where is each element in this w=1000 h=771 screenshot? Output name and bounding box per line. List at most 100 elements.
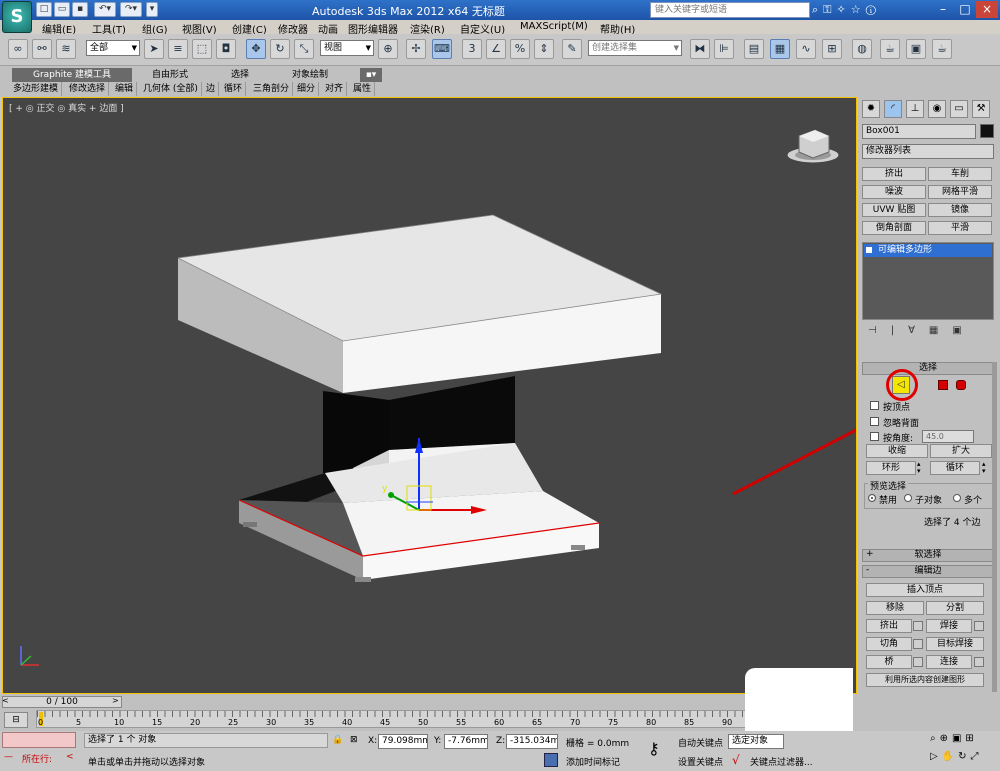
snaps-toggle-icon[interactable]: 3 xyxy=(462,39,482,59)
remove-button[interactable]: 移除 xyxy=(866,601,924,615)
pivot-center-icon[interactable]: ⊕ xyxy=(378,39,398,59)
named-selection-dropdown[interactable]: 创建选择集 xyxy=(588,40,682,56)
select-object-icon[interactable]: ➤ xyxy=(144,39,164,59)
edit-named-selection-icon[interactable]: ✎ xyxy=(562,39,582,59)
mini-curve-editor-icon[interactable]: ⊟ xyxy=(4,712,28,728)
mirror-modifier-button[interactable]: 镜像 xyxy=(928,203,992,217)
x-coordinate-field[interactable]: 79.098mm xyxy=(378,734,428,749)
ribbon-modify-selection[interactable]: 修改选择 xyxy=(66,82,110,96)
reference-coordinate-dropdown[interactable]: 视图 xyxy=(320,40,374,56)
preview-disabled-radio[interactable] xyxy=(868,494,876,502)
key-filters-button[interactable]: 关键点过滤器... xyxy=(750,755,813,768)
insert-vertex-button[interactable]: 插入顶点 xyxy=(866,583,984,597)
align-icon[interactable]: ⊫ xyxy=(714,39,734,59)
layer-manager-icon[interactable]: ▤ xyxy=(744,39,764,59)
ribbon-properties[interactable]: 属性 xyxy=(350,82,376,96)
noise-modifier-button[interactable]: 噪波 xyxy=(862,185,926,199)
search-input[interactable]: 键入关键字或短语 xyxy=(650,2,810,18)
loop-spinner-icon[interactable]: ▴ ▾ xyxy=(982,461,992,475)
bind-space-warp-icon[interactable]: ≋ xyxy=(56,39,76,59)
by-angle-checkbox[interactable] xyxy=(870,432,879,441)
ribbon-loops[interactable]: 循环 xyxy=(221,82,247,96)
tab-selection[interactable]: 选择 xyxy=(210,68,270,82)
utilities-tab-icon[interactable]: ⚒ xyxy=(972,100,990,118)
by-vertex-checkbox[interactable] xyxy=(870,401,879,410)
angle-snap-icon[interactable]: ∠ xyxy=(486,39,506,59)
extrude-settings-icon[interactable] xyxy=(913,621,923,631)
display-tab-icon[interactable]: ▭ xyxy=(950,100,968,118)
extrude-modifier-button[interactable]: 挤出 xyxy=(862,167,926,181)
select-link-icon[interactable]: ∞ xyxy=(8,39,28,59)
time-tag-icon[interactable] xyxy=(544,753,558,767)
ribbon-edit[interactable]: 编辑 xyxy=(112,82,138,96)
connect-button[interactable]: 连接 xyxy=(926,655,972,669)
percent-snap-icon[interactable]: % xyxy=(510,39,530,59)
smooth-modifier-button[interactable]: 平滑 xyxy=(928,221,992,235)
bevel-profile-modifier-button[interactable]: 倒角剖面 xyxy=(862,221,926,235)
time-slider-next-icon[interactable]: > xyxy=(112,696,122,708)
polygon-mode-icon[interactable] xyxy=(938,380,948,390)
split-button[interactable]: 分割 xyxy=(926,601,984,615)
redo-icon[interactable]: ↷▾ xyxy=(120,2,142,17)
key-tangent-icon[interactable]: √ xyxy=(732,753,740,767)
preview-multi-radio[interactable] xyxy=(953,494,961,502)
time-slider-prev-icon[interactable]: < xyxy=(2,696,12,708)
listener-arrow-icon[interactable]: < xyxy=(66,752,74,762)
weld-settings-icon[interactable] xyxy=(974,621,984,631)
ring-button[interactable]: 环形 xyxy=(866,461,916,475)
maxscript-listener[interactable] xyxy=(2,732,76,748)
ribbon-triangulation[interactable]: 三角剖分 xyxy=(250,82,294,96)
modify-tab-icon[interactable]: ◜ xyxy=(884,100,902,118)
minimize-icon[interactable]: – xyxy=(932,1,954,18)
quick-access-dropdown-icon[interactable]: ▾ xyxy=(146,2,158,17)
maximize-icon[interactable]: □ xyxy=(954,1,976,18)
selected-object-dropdown[interactable]: 选定对象 xyxy=(728,734,784,749)
shrink-button[interactable]: 收缩 xyxy=(866,444,928,458)
viewport-nav-pan-icons[interactable]: ▷✋↻⤢ xyxy=(930,751,983,762)
stack-item-editable-poly[interactable]: 可编辑多边形 xyxy=(864,244,992,257)
angle-spinner[interactable]: 45.0 xyxy=(922,430,974,443)
bridge-settings-icon[interactable] xyxy=(913,657,923,667)
hierarchy-tab-icon[interactable]: ⊥ xyxy=(906,100,924,118)
ribbon-align[interactable]: 对齐 xyxy=(322,82,348,96)
edit-edges-rollout-header[interactable]: 编辑边 xyxy=(862,565,994,578)
selection-rollout-header[interactable]: 选择 xyxy=(862,362,994,375)
ring-spinner-icon[interactable]: ▴ ▾ xyxy=(917,461,927,475)
object-color-swatch[interactable] xyxy=(980,124,994,138)
selection-filter-dropdown[interactable]: 全部 xyxy=(86,40,140,56)
undo-icon[interactable]: ↶▾ xyxy=(94,2,116,17)
preview-subobject-radio[interactable] xyxy=(904,494,912,502)
select-by-name-icon[interactable]: ≡ xyxy=(168,39,188,59)
viewport-nav-zoom-icons[interactable]: ⌕⊕▣⊞ xyxy=(930,733,978,744)
stack-tools-icons[interactable]: ⊣|∀▦▣ xyxy=(868,325,992,339)
ribbon-geometry-all[interactable]: 几何体 (全部) xyxy=(140,82,202,96)
select-move-icon[interactable]: ✥ xyxy=(246,39,266,59)
panel-scrollbar[interactable] xyxy=(992,362,997,692)
schematic-view-icon[interactable]: ⊞ xyxy=(822,39,842,59)
auto-key-button[interactable]: 自动关键点 xyxy=(678,736,723,749)
keyboard-shortcut-override-icon[interactable]: ⌨ xyxy=(432,39,452,59)
ribbon-edges[interactable]: 边 xyxy=(203,82,220,96)
stack-expand-icon[interactable] xyxy=(866,247,872,253)
time-slider[interactable]: 0 / 100 xyxy=(2,696,122,708)
tab-freeform[interactable]: 自由形式 xyxy=(140,68,200,82)
z-coordinate-field[interactable]: -315.034m xyxy=(506,734,558,749)
menu-maxscript[interactable]: MAXScript(M) xyxy=(520,21,588,32)
ribbon-subdivision[interactable]: 细分 xyxy=(294,82,320,96)
select-scale-icon[interactable]: ⤡ xyxy=(294,39,314,59)
create-shape-button[interactable]: 利用所选内容创建图形 xyxy=(866,673,984,687)
object-name-field[interactable]: Box001 xyxy=(862,124,976,139)
curve-editor-icon[interactable]: ∿ xyxy=(796,39,816,59)
chamfer-button[interactable]: 切角 xyxy=(866,637,912,651)
rendered-frame-icon[interactable]: ▣ xyxy=(906,39,926,59)
app-logo[interactable]: S xyxy=(2,1,32,33)
connect-settings-icon[interactable] xyxy=(974,657,984,667)
info-center-icons[interactable]: ⌕⚿✧☆ⓘ xyxy=(812,3,908,18)
material-editor-icon[interactable]: ◍ xyxy=(852,39,872,59)
uvw-map-modifier-button[interactable]: UVW 贴图 xyxy=(862,203,926,217)
ignore-backfacing-checkbox[interactable] xyxy=(870,417,879,426)
modifier-stack[interactable]: 可编辑多边形 xyxy=(862,242,994,320)
close-icon[interactable]: × xyxy=(976,1,998,18)
lathe-modifier-button[interactable]: 车削 xyxy=(928,167,992,181)
extrude-button[interactable]: 挤出 xyxy=(866,619,912,633)
